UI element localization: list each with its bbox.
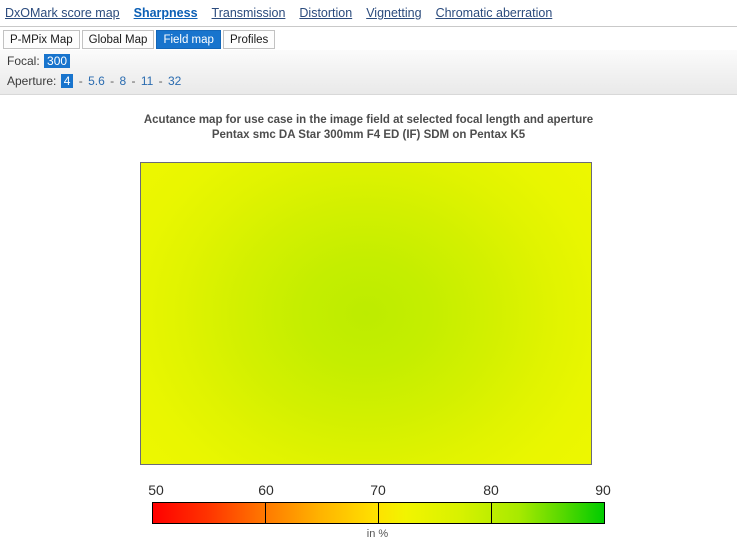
acutance-field-map (140, 162, 592, 465)
nav-link-chromatic-aberration[interactable]: Chromatic aberration (436, 0, 553, 26)
tab-field-map[interactable]: Field map (156, 30, 221, 49)
chart-title-line-2: Pentax smc DA Star 300mm F4 ED (IF) SDM … (211, 129, 526, 141)
control-panel: Focal: 300 Aperture: 4 - 5.6 - 8 - 11 - … (0, 50, 737, 95)
colorbar-tick-70: 70 (370, 482, 386, 498)
aperture-separator-4: - (158, 74, 163, 88)
aperture-separator-1: - (78, 74, 83, 88)
tab-p-mpix-map[interactable]: P-MPix Map (3, 30, 80, 49)
nav-link-distortion[interactable]: Distortion (299, 0, 352, 26)
colorbar-unit-text: in % (366, 528, 389, 540)
aperture-control-row: Aperture: 4 - 5.6 - 8 - 11 - 32 (7, 74, 182, 88)
colorbar-tick-80: 80 (483, 482, 499, 498)
page-root: DxOMark score map Sharpness Transmission Di… (0, 0, 737, 552)
colorbar-tick-50: 50 (148, 482, 164, 498)
aperture-separator-3: - (131, 74, 136, 88)
chart-title-line-1: Acutance map for use case in the image f… (143, 114, 594, 126)
aperture-value-5-6[interactable]: 5.6 (88, 74, 105, 88)
aperture-value-32[interactable]: 32 (168, 74, 181, 88)
nav-link-transmission[interactable]: Transmission (212, 0, 286, 26)
aperture-separator-2: - (110, 74, 115, 88)
tab-strip: P-MPix Map Global Map Field map Profiles (3, 30, 277, 49)
aperture-value-11[interactable]: 11 (141, 74, 153, 88)
focal-control-row: Focal: 300 (7, 54, 71, 68)
tab-profiles[interactable]: Profiles (222, 30, 276, 49)
aperture-value-8[interactable]: 8 (119, 74, 126, 88)
colorbar-legend: 50 60 70 80 90 in % (0, 482, 737, 552)
colorbar-divider-80 (491, 503, 492, 523)
colorbar-tick-60: 60 (258, 482, 274, 498)
colorbar-divider-70 (378, 503, 379, 523)
colorbar-tick-labels: 50 60 70 80 90 (0, 482, 737, 500)
tab-global-map[interactable]: Global Map (81, 30, 155, 49)
colorbar-tick-90: 90 (595, 482, 611, 498)
colorbar-gradient (152, 502, 605, 524)
focal-label: Focal: (7, 54, 40, 68)
chart-title: Acutance map for use case in the image f… (0, 113, 737, 143)
colorbar-unit-label: in % (0, 528, 737, 540)
colorbar-divider-60 (265, 503, 266, 523)
aperture-value-4[interactable]: 4 (60, 74, 74, 88)
nav-link-sharpness[interactable]: Sharpness (134, 0, 198, 26)
nav-link-vignetting[interactable]: Vignetting (366, 0, 421, 26)
nav-link-dxomark-score-map[interactable]: DxOMark score map (5, 0, 120, 26)
focal-value-300[interactable]: 300 (44, 54, 71, 68)
aperture-label: Aperture: (7, 74, 57, 88)
top-navigation: DxOMark score map Sharpness Transmission Di… (0, 0, 737, 27)
